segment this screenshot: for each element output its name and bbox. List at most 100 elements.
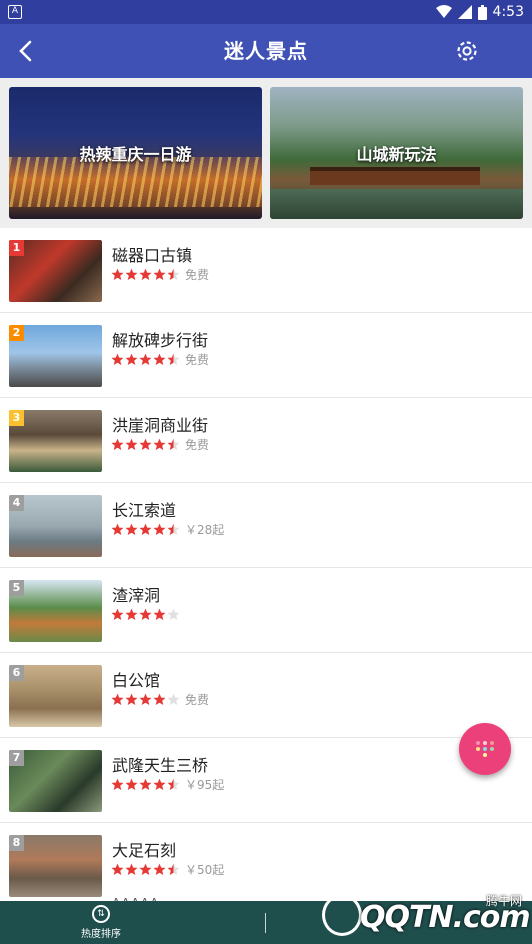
banner-label: 山城新玩法 xyxy=(356,145,437,164)
spot-price: ￥28起 xyxy=(185,523,225,537)
banner-new-play[interactable]: 山城新玩法 xyxy=(270,87,523,219)
notification-icon: A xyxy=(8,5,22,19)
spot-thumbnail: 6 xyxy=(9,665,102,727)
star-icon xyxy=(167,778,180,790)
wifi-icon xyxy=(435,5,452,18)
list-item[interactable]: 3 洪崖洞商业街 免费 xyxy=(0,398,532,483)
rank-badge: 6 xyxy=(9,665,24,681)
status-time: 4:53 xyxy=(492,4,524,20)
spot-name: 磁器口古镇 xyxy=(112,246,193,265)
spot-thumbnail: 2 xyxy=(9,325,102,387)
list-item[interactable]: 1 磁器口古镇免费 xyxy=(0,228,532,313)
banner-strip: 热辣重庆一日游 山城新玩法 xyxy=(0,78,532,228)
star-icon xyxy=(111,608,124,620)
star-icon xyxy=(167,693,180,705)
spot-thumbnail: 5 xyxy=(9,580,102,642)
star-icon xyxy=(153,353,166,365)
spot-thumbnail: 7 xyxy=(9,750,102,812)
star-icon xyxy=(111,693,124,705)
star-icon xyxy=(153,438,166,450)
gear-icon[interactable] xyxy=(454,38,480,64)
spot-name: 白公馆 xyxy=(112,671,161,690)
page-title: 迷人景点 xyxy=(224,39,308,63)
sort-icon: ⇅ xyxy=(92,905,110,923)
star-rating xyxy=(111,863,180,877)
star-icon xyxy=(139,438,152,450)
rank-badge: 5 xyxy=(9,580,24,596)
spot-price: 免费 xyxy=(185,353,210,367)
battery-icon xyxy=(477,4,487,20)
watermark-logo xyxy=(322,894,362,936)
star-icon xyxy=(111,268,124,280)
spot-price: 免费 xyxy=(185,268,210,282)
star-icon xyxy=(153,693,166,705)
star-icon xyxy=(139,353,152,365)
star-icon xyxy=(139,693,152,705)
star-icon xyxy=(111,778,124,790)
list-item[interactable]: 2 解放碑步行街 免费 xyxy=(0,313,532,398)
list-item[interactable]: 6 白公馆免费 xyxy=(0,653,532,738)
star-icon xyxy=(167,863,180,875)
star-rating xyxy=(111,778,180,792)
rank-badge: 7 xyxy=(9,750,24,766)
spot-thumbnail: 4 xyxy=(9,495,102,557)
banner-label: 热辣重庆一日游 xyxy=(79,145,192,164)
star-icon xyxy=(111,863,124,875)
hot-sort-tab[interactable]: ⇅ 热度排序 xyxy=(70,905,132,940)
star-rating xyxy=(111,438,180,452)
star-rating xyxy=(111,268,180,282)
star-icon xyxy=(153,268,166,280)
star-icon xyxy=(111,353,124,365)
spot-name: 渣滓洞 xyxy=(112,586,161,605)
star-rating xyxy=(111,693,180,707)
rank-badge: 2 xyxy=(9,325,24,341)
list-item[interactable]: 7 武隆天生三桥 ￥95起 xyxy=(0,738,532,823)
list-item[interactable]: 4 长江索道 ￥28起 xyxy=(0,483,532,568)
app-bar: 迷人景点 xyxy=(0,24,532,78)
star-icon xyxy=(153,523,166,535)
spot-price: ￥50起 xyxy=(185,863,225,877)
spot-price: ￥95起 xyxy=(185,778,225,792)
star-icon xyxy=(167,523,180,535)
star-icon xyxy=(167,438,180,450)
star-icon xyxy=(125,693,138,705)
spot-price: 免费 xyxy=(185,693,210,707)
star-icon xyxy=(125,523,138,535)
rank-badge: 1 xyxy=(9,240,24,256)
star-icon xyxy=(139,523,152,535)
spot-price: 免费 xyxy=(185,438,210,452)
sort-label: 热度排序 xyxy=(81,929,121,940)
star-icon xyxy=(153,863,166,875)
floating-menu-button[interactable] xyxy=(459,723,511,775)
banner-one-day-tour[interactable]: 热辣重庆一日游 xyxy=(9,87,262,219)
pavilion-image xyxy=(310,167,480,185)
star-icon xyxy=(125,268,138,280)
spot-name: 武隆天生三桥 xyxy=(112,756,209,775)
star-icon xyxy=(125,353,138,365)
spot-thumbnail: 8 xyxy=(9,835,102,897)
spot-thumbnail: 3 xyxy=(9,410,102,472)
star-icon xyxy=(153,608,166,620)
spot-name: 大足石刻 xyxy=(112,841,177,860)
star-icon xyxy=(139,608,152,620)
star-icon xyxy=(111,438,124,450)
star-icon xyxy=(125,608,138,620)
star-icon xyxy=(125,778,138,790)
star-icon xyxy=(153,778,166,790)
star-icon xyxy=(139,863,152,875)
star-icon xyxy=(139,268,152,280)
watermark-cn: 腾牛网 xyxy=(485,894,522,908)
tab-divider xyxy=(265,913,266,933)
watermark: QQTN.com 腾牛网 xyxy=(322,890,532,944)
rank-badge: 4 xyxy=(9,495,24,511)
grid-dots-icon xyxy=(476,741,494,757)
star-rating xyxy=(111,523,180,537)
signal-icon xyxy=(457,5,472,19)
star-rating xyxy=(111,608,180,622)
star-icon xyxy=(139,778,152,790)
list-item[interactable]: 5 渣滓洞 xyxy=(0,568,532,653)
rank-badge: 3 xyxy=(9,410,24,426)
rank-badge: 8 xyxy=(9,835,24,851)
star-icon xyxy=(125,438,138,450)
status-bar: A 4:53 xyxy=(0,0,532,24)
